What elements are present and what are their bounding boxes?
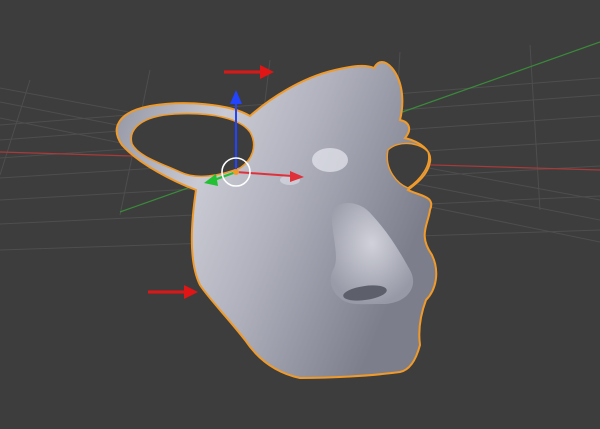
face-mask-mesh[interactable] xyxy=(115,61,438,380)
mask-body[interactable] xyxy=(115,61,438,380)
gizmo-z-arrowhead[interactable] xyxy=(230,90,242,104)
left-arrow-annotation xyxy=(148,285,198,299)
viewport-canvas[interactable] xyxy=(0,0,600,429)
object-origin xyxy=(233,169,239,175)
3d-viewport[interactable] xyxy=(0,0,600,429)
brow-highlight xyxy=(312,148,348,172)
top-arrow-annotation xyxy=(224,65,274,79)
